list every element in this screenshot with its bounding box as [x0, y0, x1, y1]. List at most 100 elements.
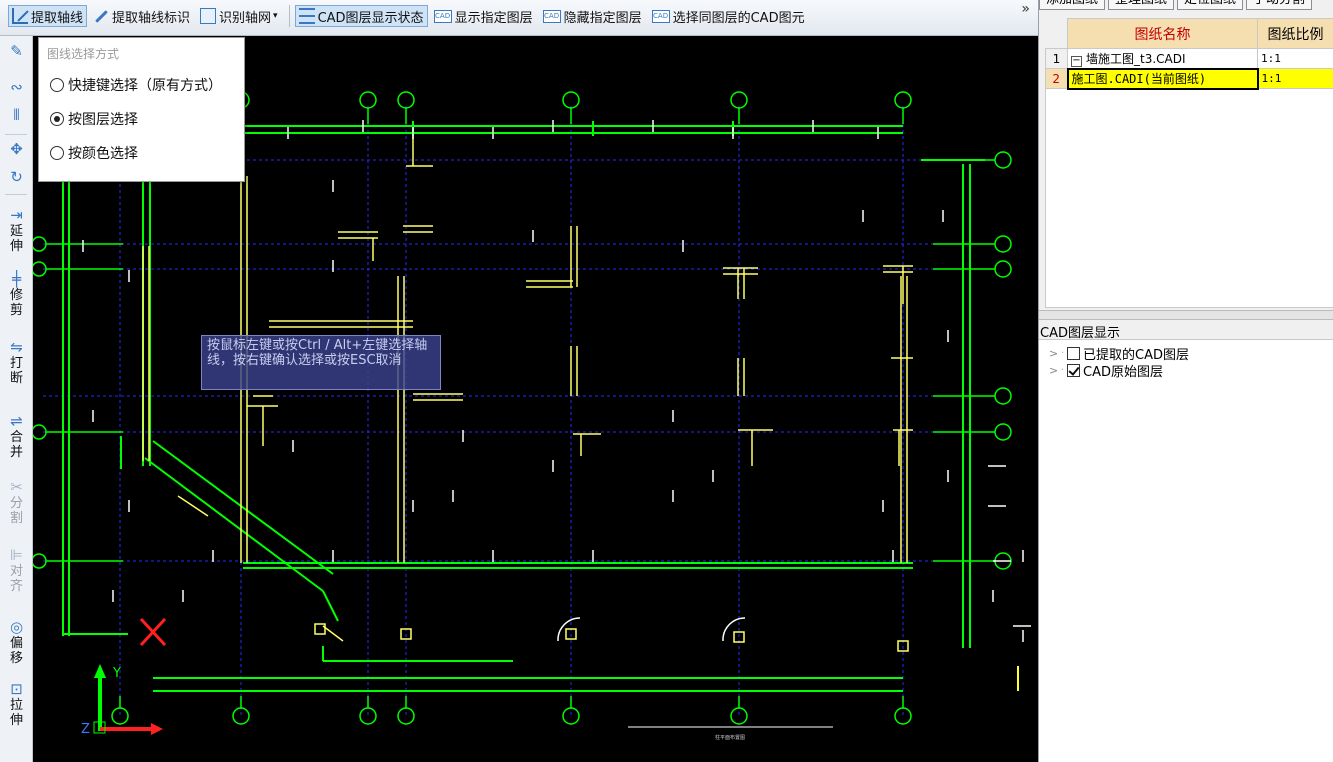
stretch-button[interactable]: ⊡ 拉伸: [0, 680, 33, 728]
tree-item-extracted-layers[interactable]: > · 已提取的CAD图层: [1039, 345, 1333, 363]
axis-z-label: Z: [81, 722, 90, 737]
link-tool[interactable]: ∾: [0, 78, 33, 96]
merge-button[interactable]: ⇌ 合并: [0, 412, 33, 460]
move-tool[interactable]: ✥: [0, 140, 33, 158]
show-layer-button[interactable]: CAD 显示指定图层: [430, 5, 537, 27]
drawing-scale-cell[interactable]: 1:1: [1257, 68, 1333, 89]
cad-layer-state-button[interactable]: CAD图层显示状态: [294, 5, 428, 27]
cad-show-icon: CAD: [433, 9, 452, 23]
column-lines: [142, 136, 913, 652]
rotate-tool[interactable]: ↻: [0, 168, 33, 186]
brush-tool[interactable]: ✎: [0, 42, 33, 60]
move-icon: ✥: [10, 140, 23, 158]
axis-bubble: [562, 707, 580, 725]
line-selection-popup: 图线选择方式 快捷键选择（原有方式） 按图层选择 按颜色选择: [38, 37, 245, 182]
top-toolbar: 提取轴线 提取轴线标识 识别轴网 ▾ CAD图层显示状态 CAD 显示指定图层 …: [0, 0, 1038, 36]
trim-button[interactable]: ╪ 修剪: [0, 270, 33, 318]
axis-bubble: [397, 91, 415, 109]
wall-lines: [62, 121, 985, 692]
table-row-selected[interactable]: 2 施工图.CADI(当前图纸) 1:1: [1045, 67, 1333, 90]
panel-splitter[interactable]: [1039, 310, 1333, 320]
axis-lines: [43, 106, 993, 716]
tab-organize-drawing[interactable]: 整理图纸: [1108, 0, 1175, 10]
tab-add-drawing[interactable]: 添加图纸: [1039, 0, 1106, 10]
axis-bubble: [730, 707, 748, 725]
origin-cross-icon: [139, 617, 167, 647]
drawing-name-cell[interactable]: 施工图.CADI(当前图纸): [1066, 67, 1259, 90]
drawing-scale-cell[interactable]: 1:1: [1257, 48, 1333, 69]
row-number: 2: [1045, 68, 1068, 89]
checkbox-icon[interactable]: [1067, 347, 1080, 360]
extract-axis-mark-button[interactable]: 提取轴线标识: [89, 5, 194, 27]
drawing-table: 图纸名称 图纸比例 1 − 墙施工图_t3.CADI 1:1 2 施工图.CADI…: [1045, 18, 1333, 90]
table-header: 图纸名称 图纸比例: [1045, 18, 1333, 49]
stretch-icon: ⊡: [10, 680, 23, 698]
drawing-caption: 柱平面布置图: [715, 734, 745, 741]
layers-icon: [298, 8, 315, 24]
axis-bubble: [994, 260, 1012, 278]
align-button[interactable]: ⊫ 对齐: [0, 546, 33, 594]
axis-bubble: [359, 91, 377, 109]
axis-bubble: [232, 707, 250, 725]
hide-layer-button[interactable]: CAD 隐藏指定图层: [539, 5, 646, 27]
radio-icon: [50, 78, 64, 92]
extract-axis-button[interactable]: 提取轴线: [8, 5, 88, 27]
column-line: [177, 495, 209, 517]
expand-chevron-icon[interactable]: >: [1049, 347, 1061, 360]
axis-bubbles: [33, 91, 1012, 725]
table-row[interactable]: 1 − 墙施工图_t3.CADI 1:1: [1045, 48, 1333, 69]
popup-title: 图线选择方式: [47, 47, 120, 61]
dimension-ticks: [82, 120, 1031, 691]
tab-locate-drawing[interactable]: 定位图纸: [1177, 0, 1244, 10]
split-button[interactable]: ✂ 分割: [0, 478, 33, 526]
row-number: 1: [1045, 48, 1068, 69]
axis-bubble: [397, 707, 415, 725]
wall-line: [144, 457, 324, 592]
axis-bubble: [994, 151, 1012, 169]
align-icon: ⊫: [9, 546, 24, 564]
axis-bubble: [111, 707, 129, 725]
radio-icon: [50, 146, 64, 160]
header-drawing-name[interactable]: 图纸名称: [1067, 18, 1258, 49]
trim-icon: ╪: [11, 270, 22, 288]
offset-button[interactable]: ◎ 偏移: [0, 618, 33, 666]
axis-bubble: [894, 91, 912, 109]
tree-item-original-layers[interactable]: > · CAD原始图层: [1039, 362, 1333, 380]
link-icon: ∾: [10, 78, 23, 96]
break-button[interactable]: ⇋ 打断: [0, 338, 33, 386]
radio-selected-icon: [50, 112, 64, 126]
axis-icon: [12, 8, 28, 24]
layer-panel-title: CAD图层显示: [1039, 322, 1333, 341]
mirror-tool[interactable]: ⫴: [0, 106, 33, 124]
axis-bubble: [994, 235, 1012, 253]
dropdown-caret-icon: ▾: [273, 11, 278, 21]
recognize-grid-button[interactable]: 识别轴网 ▾: [196, 5, 282, 27]
operation-hint-tooltip: 按鼠标左键或按Ctrl / Alt+左键选择轴线，按右键确认选择或按ESC取消: [201, 335, 441, 390]
axis-bubble: [562, 91, 580, 109]
toolbar-divider: [288, 5, 290, 27]
drawing-name-cell[interactable]: − 墙施工图_t3.CADI: [1067, 48, 1258, 69]
brush-icon: ✎: [10, 42, 23, 60]
select-same-layer-button[interactable]: CAD 选择同图层的CAD图元: [648, 5, 809, 27]
header-drawing-scale[interactable]: 图纸比例: [1257, 18, 1333, 49]
toolbar-overflow-button[interactable]: »: [1021, 1, 1030, 17]
checkbox-checked-icon[interactable]: [1067, 364, 1080, 377]
split-icon: ✂: [10, 478, 23, 496]
collapse-icon[interactable]: −: [1071, 55, 1082, 67]
axis-bubble: [894, 707, 912, 725]
radio-layer-select[interactable]: 按图层选择: [39, 102, 244, 136]
wall-line: [152, 440, 334, 575]
tab-manual-split[interactable]: 手动分割: [1246, 0, 1313, 10]
extend-button[interactable]: ⇥ 延伸: [0, 206, 33, 254]
wall-line: [322, 590, 339, 622]
axis-bubble: [994, 423, 1012, 441]
radio-color-select[interactable]: 按颜色选择: [39, 136, 244, 170]
pen-icon: [93, 8, 109, 24]
cad-hide-icon: CAD: [542, 9, 561, 23]
radio-shortcut-select[interactable]: 快捷键选择（原有方式）: [39, 68, 244, 102]
mirror-icon: ⫴: [13, 106, 20, 124]
rotate-icon: ↻: [10, 168, 23, 186]
right-panel: 添加图纸 整理图纸 定位图纸 手动分割 图纸名称 图纸比例 1 −墙施工图_t3…: [1038, 0, 1333, 762]
ucs-axis-icon: [93, 664, 163, 735]
expand-chevron-icon[interactable]: >: [1049, 364, 1061, 377]
